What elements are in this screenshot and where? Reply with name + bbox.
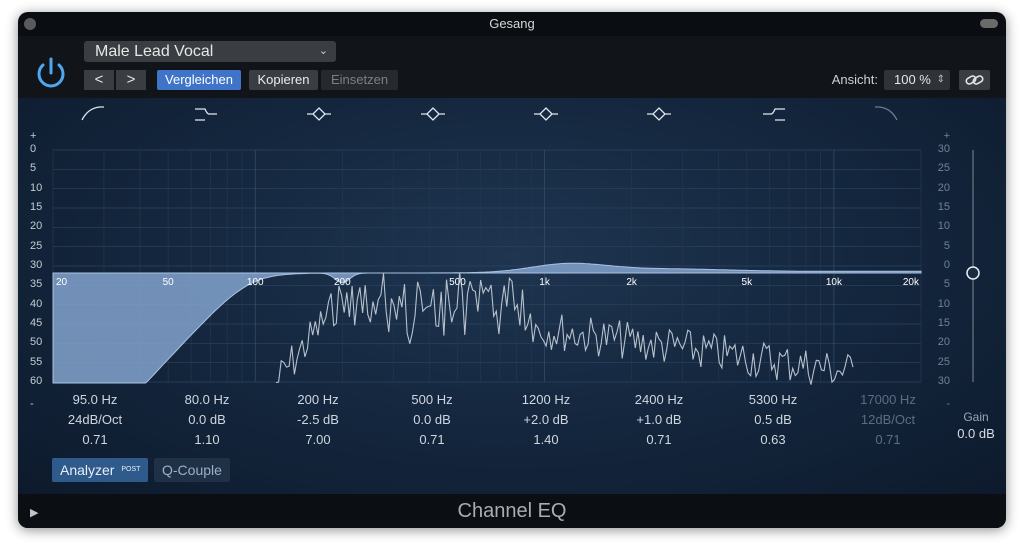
gain-label: Gain [963, 410, 989, 424]
frequency-label: 1k [539, 277, 551, 288]
window-title: Gesang [489, 16, 535, 31]
band-q-value[interactable]: 0.71 [55, 430, 135, 450]
plugin-name: Channel EQ [457, 500, 567, 522]
band-q-value[interactable]: 1.10 [167, 430, 247, 450]
eq-curve[interactable] [52, 262, 922, 384]
link-icon [965, 75, 984, 85]
gain-value[interactable]: 0.0 dB [950, 426, 1002, 441]
frequency-label: 50 [163, 277, 175, 288]
band-q-value[interactable]: 1.40 [506, 430, 586, 450]
compare-button[interactable]: Vergleichen [157, 70, 241, 90]
copy-button[interactable]: Kopieren [249, 70, 318, 90]
analyzer-post-badge: POST [121, 466, 141, 473]
paste-button[interactable]: Einsetzen [321, 70, 398, 90]
band-param-value[interactable]: 24dB/Oct [55, 410, 135, 430]
band-freq-value[interactable]: 17000 Hz [848, 390, 928, 410]
band-parameter-column: 5300 Hz 0.5 dB 0.63 [733, 390, 813, 450]
band-freq-value[interactable]: 5300 Hz [733, 390, 813, 410]
q-couple-button[interactable]: Q-Couple [154, 458, 230, 482]
band-parameter-column: 80.0 Hz 0.0 dB 1.10 [167, 390, 247, 450]
band-q-value[interactable]: 0.71 [848, 430, 928, 450]
power-icon[interactable] [32, 54, 70, 92]
band-freq-value[interactable]: 2400 Hz [619, 390, 699, 410]
analyzer-spectrum [275, 272, 854, 385]
link-button[interactable] [959, 70, 990, 90]
preset-dropdown[interactable]: Male Lead Vocal ⌄ [84, 41, 336, 62]
up-down-arrows-icon: ⇕ [936, 74, 945, 85]
footer-bar: ▶ Channel EQ [18, 494, 1006, 528]
analyzer-button[interactable]: Analyzer POST [52, 458, 149, 482]
plugin-header: Male Lead Vocal ⌄ < > Vergleichen Kopier… [18, 36, 1006, 98]
frequency-label: 20 [56, 277, 68, 288]
band-param-value[interactable]: +1.0 dB [619, 410, 699, 430]
band-param-value[interactable]: 0.5 dB [733, 410, 813, 430]
previous-preset-button[interactable]: < [84, 70, 114, 90]
eq-panel: +0 5 10 15 20 25 30 35 40 45 50 55 60- +30 25 20 15 10 5 0… [18, 98, 1006, 494]
gain-slider-knob[interactable] [966, 266, 980, 280]
zoom-value: 100 % [894, 72, 931, 87]
band-q-value[interactable]: 0.63 [733, 430, 813, 450]
preset-name: Male Lead Vocal [95, 43, 214, 60]
band-freq-value[interactable]: 200 Hz [278, 390, 358, 410]
band-q-value[interactable]: 7.00 [278, 430, 358, 450]
view-label: Ansicht: [831, 72, 878, 87]
band-freq-value[interactable]: 95.0 Hz [55, 390, 135, 410]
band-parameter-column: 200 Hz -2.5 dB 7.00 [278, 390, 358, 450]
band-q-value[interactable]: 0.71 [392, 430, 472, 450]
title-bar: Gesang [18, 12, 1006, 36]
band-freq-value[interactable]: 1200 Hz [506, 390, 586, 410]
frequency-label: 100 [247, 277, 264, 288]
band-parameter-column: 2400 Hz +1.0 dB 0.71 [619, 390, 699, 450]
band-freq-value[interactable]: 80.0 Hz [167, 390, 247, 410]
band-q-value[interactable]: 0.71 [619, 430, 699, 450]
next-preset-button[interactable]: > [116, 70, 146, 90]
band-freq-value[interactable]: 500 Hz [392, 390, 472, 410]
zoom-select[interactable]: 100 % ⇕ [884, 70, 950, 90]
eq-grid [52, 149, 922, 383]
band-param-value[interactable]: 12dB/Oct [848, 410, 928, 430]
frequency-label: 10k [826, 277, 843, 288]
band-param-value[interactable]: 0.0 dB [167, 410, 247, 430]
frequency-label: 2k [626, 277, 638, 288]
band-parameter-column: 95.0 Hz 24dB/Oct 0.71 [55, 390, 135, 450]
band-parameter-column: 500 Hz 0.0 dB 0.71 [392, 390, 472, 450]
channel-eq-window: Gesang Male Lead Vocal ⌄ < > Vergleichen… [18, 12, 1006, 528]
frequency-label: 500 [449, 277, 466, 288]
band-param-value[interactable]: -2.5 dB [278, 410, 358, 430]
frequency-label: 20k [903, 277, 920, 288]
band-parameter-column: 1200 Hz +2.0 dB 1.40 [506, 390, 586, 450]
frequency-label: 200 [334, 277, 351, 288]
chevron-down-icon: ⌄ [318, 45, 328, 57]
frequency-label: 5k [742, 277, 754, 288]
window-resize-button[interactable] [980, 19, 998, 28]
analyzer-label: Analyzer [60, 462, 115, 478]
band-param-value[interactable]: 0.0 dB [392, 410, 472, 430]
close-window-button[interactable] [24, 18, 36, 30]
band-parameter-column: 17000 Hz 12dB/Oct 0.71 [848, 390, 928, 450]
band-param-value[interactable]: +2.0 dB [506, 410, 586, 430]
